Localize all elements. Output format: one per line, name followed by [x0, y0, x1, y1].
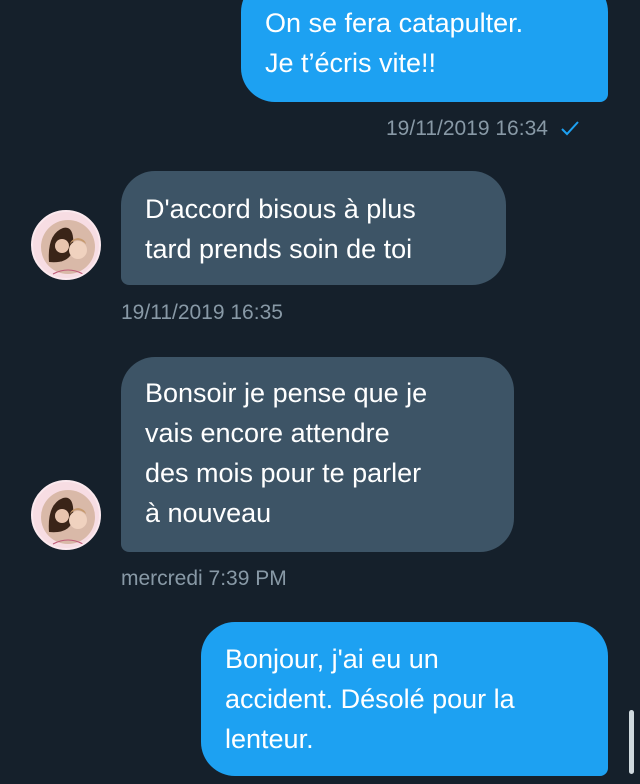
- message-bubble-incoming[interactable]: Bonsoir je pense que je vais encore atte…: [121, 357, 514, 552]
- message-text-line: On se fera catapulter.: [265, 8, 524, 38]
- timestamp-text: 19/11/2019 16:34: [386, 117, 548, 140]
- avatar-photo-icon: [41, 490, 95, 545]
- message-text-line: Je t’écris vite!!: [265, 48, 437, 78]
- message-timestamp: mercredi 7:39 PM: [121, 567, 287, 590]
- message-text-line: D'accord bisous à plus: [145, 194, 416, 224]
- message-text-line: Bonsoir je pense que je: [145, 378, 428, 408]
- message-timestamp: 19/11/2019 16:35: [121, 301, 283, 324]
- check-icon: [561, 121, 579, 136]
- scrollbar[interactable]: [629, 710, 634, 774]
- message-text-line: accident. Désolé pour la: [225, 684, 515, 714]
- message-bubble-outgoing[interactable]: On se fera catapulter. Je t’écris vite!!: [241, 0, 608, 102]
- message-text-line: tard prends soin de toi: [145, 234, 413, 264]
- avatar-photo-icon: [41, 220, 95, 275]
- message-text-line: Bonjour, j'ai eu un: [225, 644, 439, 674]
- contact-avatar[interactable]: [31, 480, 101, 550]
- message-bubble-outgoing[interactable]: Bonjour, j'ai eu un accident. Désolé pou…: [201, 622, 608, 776]
- message-text-line: vais encore attendre: [145, 418, 390, 448]
- message-timestamp: 19/11/2019 16:34: [386, 117, 580, 141]
- message-text-line: lenteur.: [225, 724, 314, 754]
- contact-avatar[interactable]: [31, 210, 101, 280]
- message-text-line: à nouveau: [145, 498, 272, 528]
- message-bubble-incoming[interactable]: D'accord bisous à plus tard prends soin …: [121, 171, 506, 285]
- message-text-line: des mois pour te parler: [145, 458, 422, 488]
